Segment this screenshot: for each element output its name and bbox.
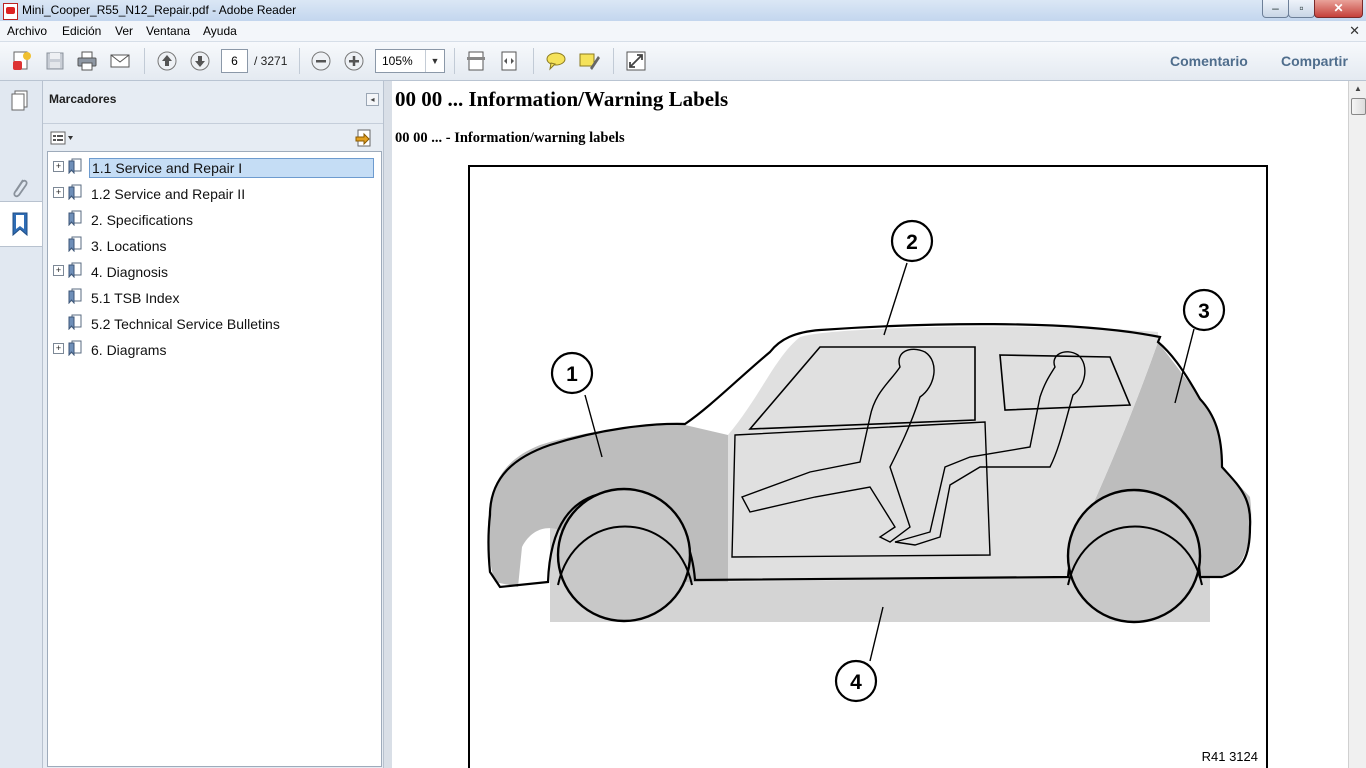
collapse-panel-icon[interactable]: ◂ <box>366 93 379 106</box>
new-bookmark-icon[interactable] <box>354 129 374 149</box>
previous-page-icon[interactable] <box>156 50 178 72</box>
bookmark-item[interactable]: + 4. Diagnosis <box>48 260 381 286</box>
toolbar <box>0 42 1366 116</box>
bookmarks-list: + 1.1 Service and Repair I + 1.2 Service… <box>47 151 382 767</box>
bookmark-page-icon <box>68 158 82 174</box>
callout-label-4: 4 <box>850 671 862 694</box>
title-bar: Mini_Cooper_R55_N12_Repair.pdf - Adobe R… <box>0 0 1366 22</box>
bookmark-label: 4. Diagnosis <box>91 264 169 280</box>
menu-ver[interactable]: Ver <box>115 24 133 38</box>
scroll-up-icon[interactable]: ▲ <box>1349 81 1366 97</box>
bookmark-label: 2. Specifications <box>91 212 193 228</box>
document-heading: 00 00 ... Information/Warning Labels <box>395 87 729 111</box>
leader-line-2 <box>883 262 908 336</box>
rear-wheel <box>1066 488 1202 624</box>
callout-label-3: 3 <box>1198 300 1210 323</box>
comment-button[interactable]: Comentario <box>1170 53 1248 69</box>
callout-label-2: 2 <box>906 231 918 254</box>
menu-ayuda[interactable]: Ayuda <box>203 24 237 38</box>
paperclip-icon[interactable] <box>9 176 31 202</box>
bookmarks-toolbar <box>43 123 383 152</box>
fit-width-icon[interactable] <box>498 50 520 72</box>
toolbar-separator <box>454 48 455 74</box>
document-viewport[interactable]: 00 00 ... Information/Warning Labels 00 … <box>392 81 1348 768</box>
print-icon[interactable] <box>76 50 98 72</box>
callout-label-1: 1 <box>566 363 578 386</box>
bookmark-page-icon <box>68 210 82 226</box>
document-close-icon[interactable]: ✕ <box>1349 23 1360 39</box>
bookmark-label: 3. Locations <box>91 238 167 254</box>
toolbar-separator <box>144 48 145 74</box>
bookmark-page-icon <box>68 340 82 356</box>
bookmark-item[interactable]: + 1.2 Service and Repair II <box>48 182 381 208</box>
expand-icon[interactable]: + <box>53 161 64 172</box>
scrollbar-thumb[interactable] <box>1351 98 1366 115</box>
bookmark-label: 6. Diagrams <box>91 342 167 358</box>
bookmarks-panel: Marcadores ◂ + 1.1 Service and Repair I … <box>43 81 383 768</box>
window-title: Mini_Cooper_R55_N12_Repair.pdf - Adobe R… <box>22 3 297 17</box>
toolbar-separator <box>533 48 534 74</box>
menu-ventana[interactable]: Ventana <box>146 24 190 38</box>
vertical-scrollbar[interactable]: ▲ <box>1348 81 1366 768</box>
expand-icon[interactable]: + <box>53 343 64 354</box>
bookmark-item[interactable]: 5.2 Technical Service Bulletins <box>48 312 381 338</box>
bookmark-label: 1.1 Service and Repair I <box>89 158 374 178</box>
bookmark-label: 5.2 Technical Service Bulletins <box>91 316 280 332</box>
figure-code: R41 3124 <box>1202 749 1258 764</box>
minimize-button[interactable]: – <box>1262 0 1289 18</box>
sticky-note-icon[interactable] <box>545 50 567 72</box>
toolbar-separator <box>299 48 300 74</box>
page-number-input[interactable]: 6 <box>221 49 248 73</box>
options-menu-icon[interactable] <box>50 130 74 146</box>
adobe-reader-icon <box>3 3 18 20</box>
bookmark-item[interactable]: 5.1 TSB Index <box>48 286 381 312</box>
bookmark-page-icon <box>68 236 82 252</box>
chevron-down-icon[interactable]: ▼ <box>425 50 444 72</box>
fit-page-icon[interactable] <box>465 50 487 72</box>
menu-bar: Archivo Edición Ver Ventana Ayuda ✕ <box>0 21 1366 42</box>
zoom-in-icon[interactable] <box>343 50 365 72</box>
car-diagram: 1 2 3 4 R41 3124 <box>487 219 1258 764</box>
bookmarks-tab[interactable] <box>0 201 42 247</box>
bookmarks-panel-title: Marcadores <box>49 92 117 106</box>
bookmark-item[interactable]: 3. Locations <box>48 234 381 260</box>
save-icon[interactable] <box>44 50 66 72</box>
pdf-page: 00 00 ... Information/Warning Labels 00 … <box>392 81 1348 768</box>
zoom-select[interactable]: 105% ▼ <box>375 49 445 73</box>
page-total: / 3271 <box>254 54 288 68</box>
bookmark-icon <box>12 212 28 237</box>
email-icon[interactable] <box>109 50 131 72</box>
bookmark-page-icon <box>68 314 82 330</box>
document-subheading: 00 00 ... - Information/warning labels <box>395 130 625 146</box>
page-thumbnails-icon[interactable] <box>9 89 31 113</box>
bookmark-page-icon <box>68 288 82 304</box>
navigation-rail <box>0 81 43 768</box>
labels-figure: 1 2 3 4 R41 3124 <box>468 165 1268 768</box>
toolbar-separator <box>613 48 614 74</box>
next-page-icon[interactable] <box>189 50 211 72</box>
zoom-value: 105% <box>382 54 413 68</box>
full-screen-icon[interactable] <box>625 50 647 72</box>
bookmark-page-icon <box>68 262 82 278</box>
expand-icon[interactable]: + <box>53 265 64 276</box>
bookmark-label: 1.2 Service and Repair II <box>91 186 246 202</box>
expand-icon[interactable]: + <box>53 187 64 198</box>
bookmark-item[interactable]: + 6. Diagrams <box>48 338 381 364</box>
zoom-out-icon[interactable] <box>310 50 332 72</box>
create-pdf-icon[interactable] <box>10 50 32 72</box>
menu-edicion[interactable]: Edición <box>62 24 101 38</box>
bookmark-label: 5.1 TSB Index <box>91 290 180 306</box>
bookmark-page-icon <box>68 184 82 200</box>
close-button[interactable]: ✕ <box>1314 0 1363 18</box>
highlight-text-icon[interactable] <box>578 50 600 72</box>
maximize-button[interactable]: ▫ <box>1288 0 1315 18</box>
bookmark-item[interactable]: + 1.1 Service and Repair I <box>48 156 381 182</box>
share-button[interactable]: Compartir <box>1281 53 1348 69</box>
front-wheel <box>556 487 692 623</box>
menu-archivo[interactable]: Archivo <box>7 24 47 38</box>
bookmark-item[interactable]: 2. Specifications <box>48 208 381 234</box>
